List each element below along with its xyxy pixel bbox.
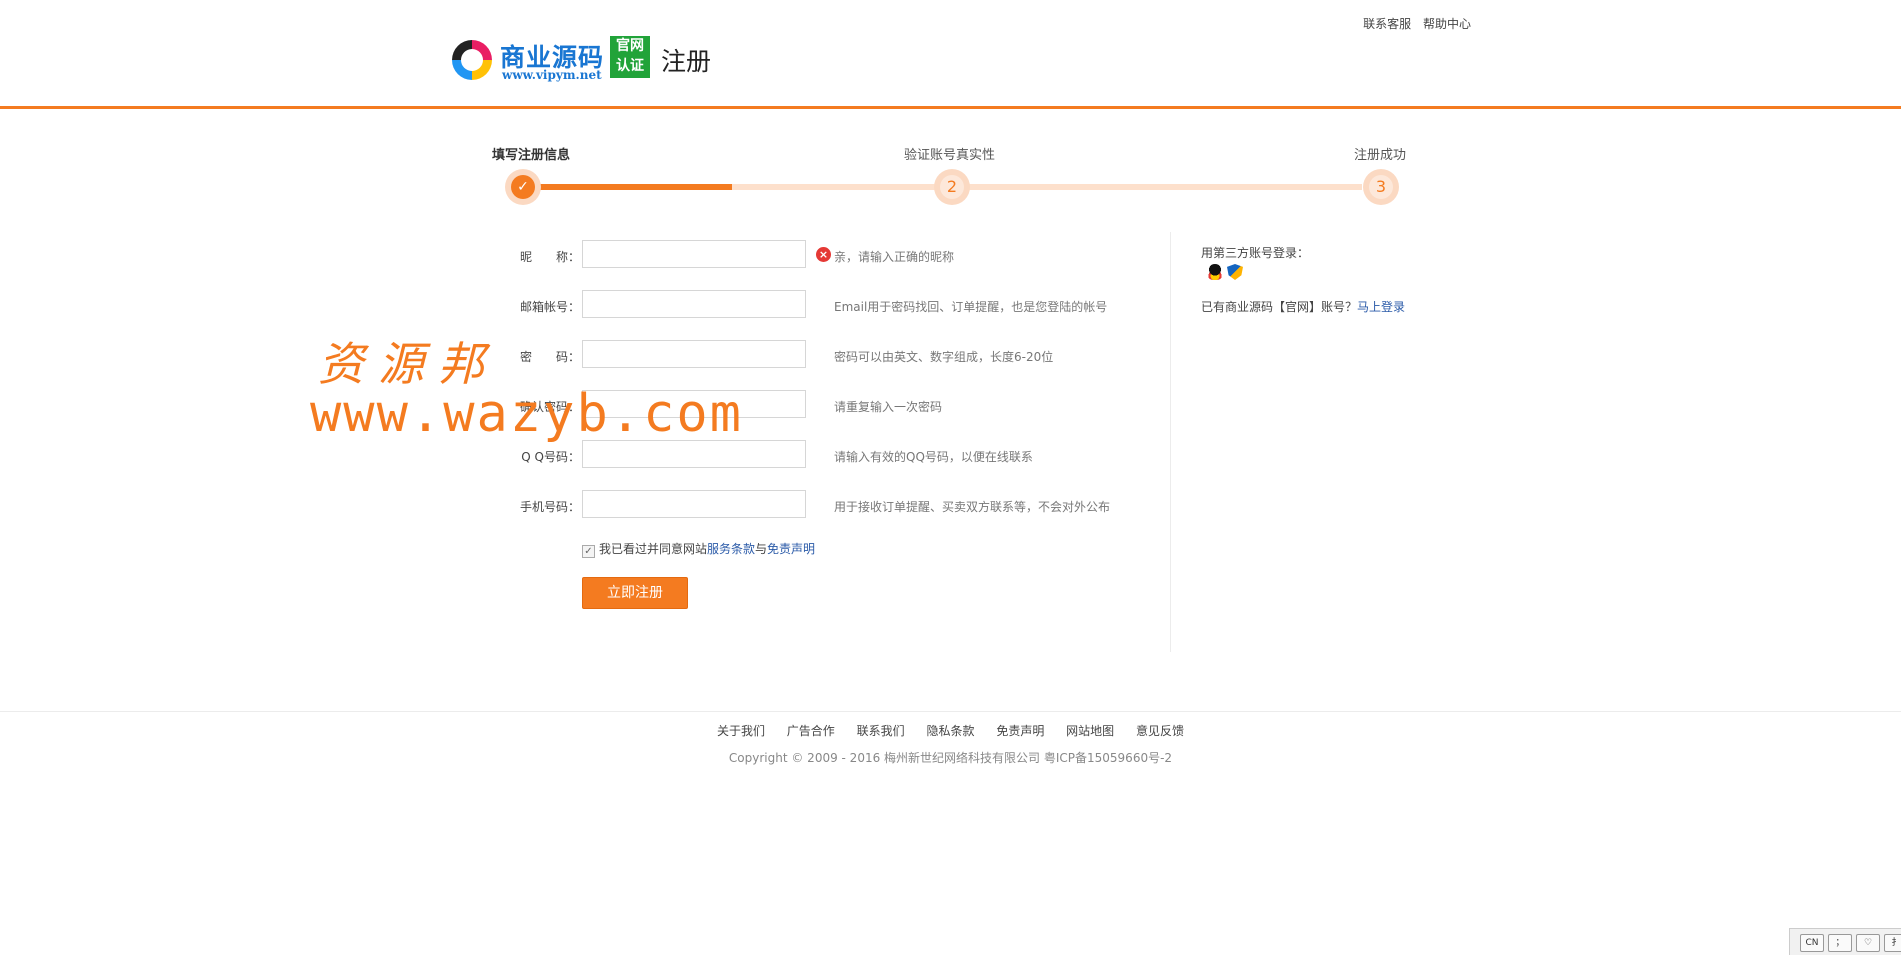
qq-row: Q Q号码： 请输入有效的QQ号码，以便在线联系	[508, 440, 1148, 470]
qq-label: Q Q号码：	[521, 450, 580, 464]
check-icon: ✓	[511, 175, 535, 199]
footer-link-ads[interactable]: 广告合作	[787, 724, 835, 738]
progress-fill	[522, 184, 732, 190]
header: 商业源码 www.vipym.net 官网 认证 注册 联系客服 帮助中心	[0, 0, 1901, 109]
nickname-hint: 亲，请输入正确的昵称	[834, 250, 955, 264]
site-logo[interactable]: 商业源码 www.vipym.net 官网 认证	[452, 36, 652, 84]
ime-lang-button[interactable]: CN	[1800, 934, 1824, 952]
step-label-1: 填写注册信息	[492, 148, 571, 163]
terms-link[interactable]: 服务条款	[707, 542, 755, 556]
nickname-row: 昵 称： × 亲，请输入正确的昵称	[508, 240, 1148, 270]
password-hint: 密码可以由英文、数字组成，长度6-20位	[834, 350, 1054, 364]
step-circle-2: 2	[934, 169, 970, 205]
step-label-3: 注册成功	[1354, 148, 1407, 163]
shield-icon[interactable]	[1227, 264, 1243, 280]
qq-input[interactable]	[582, 440, 806, 468]
page-title: 注册	[661, 47, 712, 76]
logo-url: www.vipym.net	[502, 68, 602, 82]
step-number-3: 3	[1369, 175, 1393, 199]
error-icon: ×	[816, 247, 831, 262]
ime-tray: CN ； ♡ 扌	[1789, 928, 1901, 955]
ime-tool-icon[interactable]: 扌	[1884, 934, 1901, 952]
qq-icon[interactable]	[1207, 264, 1223, 280]
registration-steps: 填写注册信息 验证账号真实性 注册成功 ✓ 2 3	[492, 140, 1407, 210]
qq-hint: 请输入有效的QQ号码，以便在线联系	[834, 450, 1033, 464]
phone-input[interactable]	[582, 490, 806, 518]
agree-text: 我已看过并同意网站	[599, 542, 708, 556]
logo-ring-icon	[452, 40, 492, 80]
email-row: 邮箱帐号： Email用于密码找回、订单提醒，也是您登陆的帐号	[508, 290, 1148, 320]
disclaimer-link[interactable]: 免责声明	[767, 542, 815, 556]
top-links: 联系客服 帮助中心	[1355, 15, 1471, 32]
step-number-2: 2	[940, 175, 964, 199]
logo-badge-bottom: 认证	[616, 58, 644, 74]
footer-link-contact[interactable]: 联系我们	[857, 724, 905, 738]
footer-link-about[interactable]: 关于我们	[717, 724, 765, 738]
ime-punct-button[interactable]: ；	[1828, 934, 1852, 952]
third-party-login-panel: 用第三方账号登录： 已有商业源码【官网】账号？马上登录	[1201, 244, 1461, 314]
logo-badge: 官网 认证	[610, 36, 650, 78]
help-center-link[interactable]: 帮助中心	[1423, 17, 1471, 31]
vertical-divider	[1170, 232, 1171, 652]
step-circle-3: 3	[1363, 169, 1399, 205]
phone-label: 手机号码：	[519, 500, 580, 514]
social-logins	[1207, 264, 1247, 280]
ime-heart-icon[interactable]: ♡	[1856, 934, 1880, 952]
phone-hint: 用于接收订单提醒、买卖双方联系等，不会对外公布	[834, 500, 1111, 514]
watermark-url: www.wazyb.com	[310, 384, 743, 444]
third-party-label: 用第三方账号登录：	[1201, 246, 1310, 260]
footer-links: 关于我们 广告合作 联系我们 隐私条款 免责声明 网站地图 意见反馈	[0, 722, 1901, 739]
logo-badge-top: 官网	[616, 38, 644, 54]
confirm-password-hint: 请重复输入一次密码	[834, 400, 943, 414]
password-input[interactable]	[582, 340, 806, 368]
phone-row: 手机号码： 用于接收订单提醒、买卖双方联系等，不会对外公布	[508, 490, 1148, 520]
password-row: 密 码： 密码可以由英文、数字组成，长度6-20位	[508, 340, 1148, 370]
login-link[interactable]: 马上登录	[1357, 300, 1405, 314]
footer-link-feedback[interactable]: 意见反馈	[1136, 724, 1184, 738]
have-account: 已有商业源码【官网】账号？马上登录	[1201, 298, 1405, 315]
footer-link-privacy[interactable]: 隐私条款	[926, 724, 974, 738]
email-input[interactable]	[582, 290, 806, 318]
step-label-2: 验证账号真实性	[904, 148, 996, 163]
contact-service-link[interactable]: 联系客服	[1363, 17, 1411, 31]
email-label: 邮箱帐号：	[519, 300, 580, 314]
agree-and: 与	[755, 542, 768, 556]
footer-divider	[0, 711, 1901, 712]
nickname-input[interactable]	[582, 240, 806, 268]
nickname-label: 昵 称：	[519, 250, 580, 264]
agree-terms: ✓ 我已看过并同意网站服务条款与免责声明	[582, 540, 815, 558]
register-button[interactable]: 立即注册	[582, 577, 688, 609]
copyright: Copyright © 2009 - 2016 梅州新世纪网络科技有限公司 粤I…	[728, 751, 1173, 765]
have-account-text: 已有商业源码【官网】账号？	[1201, 300, 1358, 314]
step-circle-1: ✓	[505, 169, 541, 205]
agree-checkbox[interactable]: ✓	[582, 545, 595, 558]
email-hint: Email用于密码找回、订单提醒，也是您登陆的帐号	[834, 300, 1108, 314]
footer-link-sitemap[interactable]: 网站地图	[1066, 724, 1114, 738]
footer-link-disclaimer[interactable]: 免责声明	[996, 724, 1044, 738]
password-label: 密 码：	[519, 350, 580, 364]
